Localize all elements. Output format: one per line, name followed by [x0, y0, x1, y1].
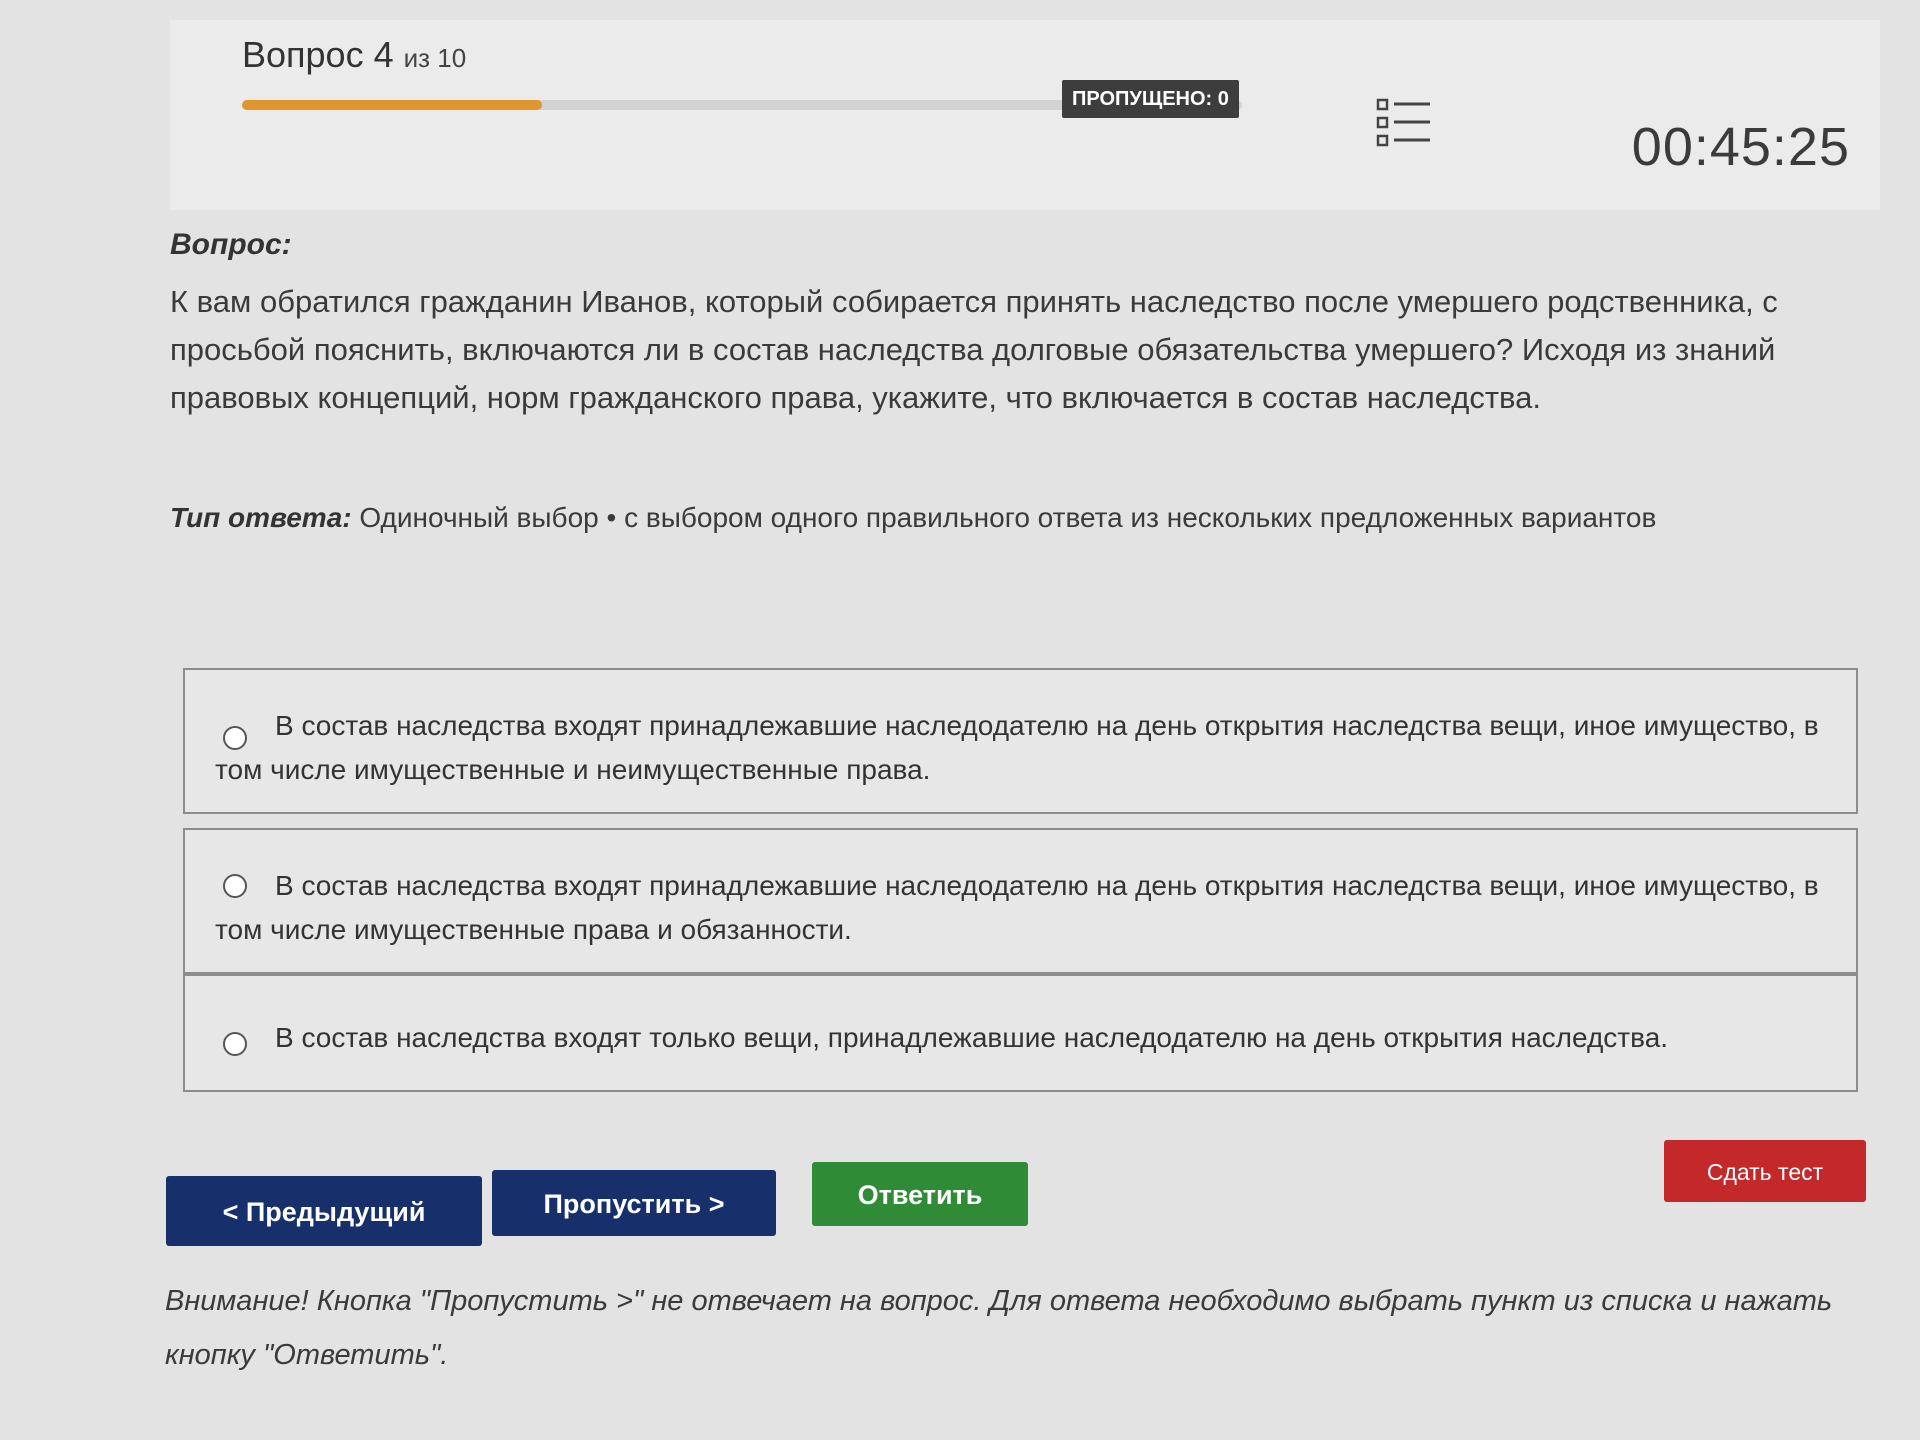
countdown-timer: 00:45:25 — [1631, 117, 1850, 177]
submit-test-button[interactable]: Сдать тест — [1664, 1140, 1866, 1202]
test-header: Вопрос 4 из 10 ПРОПУЩЕНО: 0 00:45:25 — [170, 20, 1880, 210]
answer-type-value: Одиночный выбор • с выбором одного прави… — [359, 502, 1657, 533]
answer-type: Тип ответа: Одиночный выбор • с выбором … — [170, 502, 1850, 534]
answer-option-text: В состав наследства входят только вещи, … — [275, 1022, 1669, 1053]
answer-option-text: В состав наследства входят принадлежавши… — [215, 710, 1819, 785]
question-list-icon[interactable] — [1376, 96, 1432, 150]
previous-button[interactable]: < Предыдущий — [166, 1176, 482, 1246]
question-text: К вам обратился гражданин Иванов, которы… — [170, 284, 1778, 415]
warning-note: Внимание! Кнопка "Пропустить >" не отвеч… — [165, 1285, 1833, 1371]
answer-button[interactable]: Ответить — [812, 1162, 1028, 1226]
answer-option[interactable]: В состав наследства входят только вещи, … — [183, 974, 1858, 1092]
answer-option[interactable]: В состав наследства входят принадлежавши… — [183, 828, 1858, 974]
test-page: Вопрос 4 из 10 ПРОПУЩЕНО: 0 00:45:25 Воп… — [0, 0, 1920, 1440]
progress-fill — [242, 100, 542, 110]
skipped-counter-badge: ПРОПУЩЕНО: 0 — [1062, 80, 1239, 118]
question-total: из 10 — [403, 43, 467, 73]
question-label: Вопрос: — [170, 228, 292, 261]
question-number: 4 — [373, 34, 394, 75]
skip-button[interactable]: Пропустить > — [492, 1170, 776, 1236]
answer-option-text: В состав наследства входят принадлежавши… — [215, 870, 1819, 945]
answer-type-label: Тип ответа: — [170, 502, 352, 533]
question-counter: Вопрос 4 из 10 — [242, 34, 466, 76]
question-word: Вопрос — [242, 34, 364, 75]
answer-option[interactable]: В состав наследства входят принадлежавши… — [183, 668, 1858, 814]
